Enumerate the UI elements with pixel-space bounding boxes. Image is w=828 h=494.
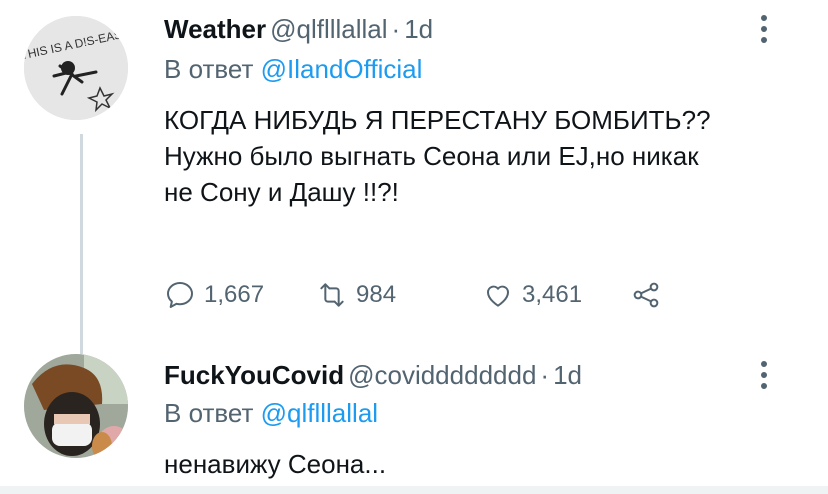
retweet-icon <box>320 283 344 307</box>
action-bar: 1,667 984 3,461 <box>164 278 684 312</box>
tweet-text: КОГДА НИБУДЬ Я ПЕРЕСТАНУ БОМБИТЬ?? Нужно… <box>164 105 711 207</box>
separator: · <box>391 14 401 44</box>
thread-line <box>80 134 83 354</box>
like-button[interactable]: 3,461 <box>482 278 582 312</box>
user-handle[interactable]: @qlflllallal <box>270 14 387 44</box>
avatar-image: THIS IS A D!S-EASE <box>24 16 128 120</box>
tweet-text: ненавижу Сеона... <box>164 449 387 479</box>
user-handle[interactable]: @covidddddddd <box>348 360 536 390</box>
retweet-button[interactable]: 984 <box>316 278 396 312</box>
reply-prefix: В ответ <box>164 398 254 428</box>
more-icon[interactable] <box>754 358 774 392</box>
avatar-image <box>24 354 128 458</box>
retweet-count: 984 <box>356 281 397 308</box>
reply-count: 1,667 <box>204 281 265 308</box>
avatar-weather[interactable]: THIS IS A D!S-EASE <box>24 16 128 120</box>
reply-mention-link[interactable]: @qlflllallal <box>261 398 378 428</box>
tweet-1[interactable]: THIS IS A D!S-EASE Weather @qlflllallal · 1… <box>0 0 828 340</box>
like-icon <box>486 285 510 307</box>
reply-mention-link[interactable]: @IlandOfficial <box>261 54 423 84</box>
reply-context: В ответ @qlflllallal <box>164 398 378 428</box>
display-name[interactable]: FuckYouCovid <box>164 360 344 390</box>
tweet-header: FuckYouCovid @covidddddddd · 1d <box>164 360 582 390</box>
reply-icon <box>167 282 193 308</box>
tweet-header: Weather @qlflllallal · 1d <box>164 14 433 44</box>
avatar-fuckyoucovid[interactable] <box>24 354 128 458</box>
reply-context: В ответ @IlandOfficial <box>164 54 422 84</box>
share-icon <box>633 282 659 308</box>
timestamp[interactable]: 1d <box>553 360 582 390</box>
tweet-2[interactable]: FuckYouCovid @covidddddddd · 1d В ответ @ql… <box>0 340 828 486</box>
timestamp[interactable]: 1d <box>404 14 433 44</box>
divider <box>0 486 828 494</box>
reply-prefix: В ответ <box>164 54 254 84</box>
like-count: 3,461 <box>522 281 583 308</box>
display-name[interactable]: Weather <box>164 14 266 44</box>
reply-button[interactable]: 1,667 <box>164 278 264 312</box>
more-icon[interactable] <box>754 12 774 46</box>
share-button[interactable] <box>630 278 662 312</box>
separator: · <box>540 360 550 390</box>
